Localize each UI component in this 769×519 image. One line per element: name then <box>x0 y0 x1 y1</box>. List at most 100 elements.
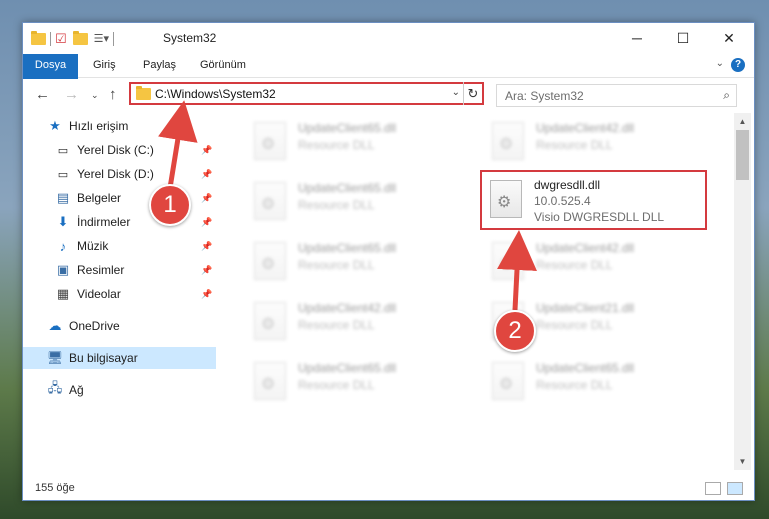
pin-icon[interactable]: 📌 <box>201 217 212 228</box>
vertical-scrollbar[interactable]: ▲ ▼ <box>734 113 751 470</box>
help-icon[interactable]: ? <box>731 58 745 72</box>
file-type: Resource DLL <box>536 138 613 152</box>
back-arrow-icon[interactable]: ← <box>35 86 50 103</box>
file-name: UpdateClient42.dll <box>536 121 635 135</box>
network-icon: 🖧 <box>47 380 63 395</box>
folder-icon <box>136 86 151 100</box>
sidebar-item-videos[interactable]: ▦ Videolar 📌 <box>55 283 216 305</box>
dll-file-icon <box>254 242 286 280</box>
pin-icon[interactable]: 📌 <box>201 265 212 276</box>
recent-locations-icon[interactable]: ⌄ <box>91 90 99 101</box>
up-arrow-icon[interactable]: ↑ <box>109 86 117 103</box>
properties-icon[interactable]: ☑ <box>55 31 67 47</box>
scroll-down-arrow-icon[interactable]: ▼ <box>734 453 751 470</box>
file-item[interactable]: UpdateClient65.dll Resource DLL <box>246 236 471 286</box>
search-input[interactable]: Ara: System32 ⌕ <box>496 84 737 107</box>
search-placeholder: Ara: System32 <box>505 89 584 103</box>
address-bar[interactable]: C:\Windows\System32 ⌄ ↻ <box>129 82 484 105</box>
file-item[interactable]: UpdateClient65.dll Resource DLL <box>484 356 709 406</box>
tab-share[interactable]: Paylaş <box>133 54 186 77</box>
pin-icon[interactable]: 📌 <box>201 193 212 204</box>
tiles-view-icon[interactable] <box>727 482 743 495</box>
sidebar-item-drive-d[interactable]: ▭ Yerel Disk (D:) 📌 <box>55 163 216 185</box>
title-bar: ☑ ☰▾ System32 ─ ☐ ✕ <box>23 23 754 54</box>
tab-view[interactable]: Görünüm <box>190 54 256 77</box>
navigation-pane: ★ Hızlı erişim ▭ Yerel Disk (C:) 📌 ▭ Yer… <box>23 113 216 470</box>
sidebar-item-music[interactable]: ♪ Müzik 📌 <box>55 235 216 257</box>
file-item[interactable]: UpdateClient42.dll Resource DLL <box>246 296 471 346</box>
pin-icon[interactable]: 📌 <box>201 289 212 300</box>
sidebar-item-label: Yerel Disk (C:) <box>77 143 154 157</box>
file-list: UpdateClient65.dll Resource DLL UpdateCl… <box>216 113 734 470</box>
sidebar-item-network[interactable]: 🖧 Ağ <box>47 379 84 401</box>
pin-icon[interactable]: 📌 <box>201 145 212 156</box>
file-item[interactable]: UpdateClient65.dll Resource DLL <box>246 176 471 226</box>
dll-file-icon <box>492 242 524 280</box>
file-version: 10.0.525.4 <box>534 194 591 208</box>
new-folder-icon[interactable] <box>72 30 88 45</box>
sidebar-item-label: Yerel Disk (D:) <box>77 167 154 181</box>
close-button[interactable]: ✕ <box>706 23 752 53</box>
navigation-bar: ← → ⌄ ↑ C:\Windows\System32 ⌄ ↻ Ara: Sys… <box>23 79 754 111</box>
sidebar-item-pictures[interactable]: ▣ Resimler 📌 <box>55 259 216 281</box>
step-badge-1: 1 <box>149 184 191 226</box>
sidebar-item-label: Resimler <box>77 263 125 277</box>
minimize-button[interactable]: ─ <box>614 23 660 53</box>
drive-icon: ▭ <box>57 168 69 181</box>
folder-icon <box>31 30 46 45</box>
chevron-down-icon[interactable]: ⌄ <box>452 87 460 98</box>
file-name: UpdateClient42.dll <box>536 241 635 255</box>
sidebar-item-label: Videolar <box>77 287 121 301</box>
item-count: 155 öğe <box>35 482 75 494</box>
file-item[interactable]: UpdateClient42.dll Resource DLL <box>484 116 709 166</box>
file-type: Resource DLL <box>298 378 375 392</box>
cloud-icon: ☁ <box>48 318 62 333</box>
quick-access-toolbar: ☑ ☰▾ <box>31 30 118 47</box>
dll-file-icon <box>254 122 286 160</box>
file-name: UpdateClient65.dll <box>298 181 397 195</box>
file-name: UpdateClient21.dll <box>536 301 635 315</box>
details-view-icon[interactable] <box>705 482 721 495</box>
sidebar-item-label: İndirmeler <box>77 215 131 229</box>
dll-file-icon <box>254 362 286 400</box>
tab-home[interactable]: Giriş <box>83 54 126 77</box>
sidebar-item-documents[interactable]: ▤ Belgeler 📌 <box>55 187 216 209</box>
sidebar-item-drive-c[interactable]: ▭ Yerel Disk (C:) 📌 <box>55 139 216 161</box>
maximize-button[interactable]: ☐ <box>660 23 706 53</box>
step-badge-2: 2 <box>494 310 536 352</box>
file-type: Resource DLL <box>536 318 613 332</box>
file-item[interactable]: UpdateClient65.dll Resource DLL <box>246 116 471 166</box>
scrollbar-thumb[interactable] <box>736 130 749 180</box>
dll-file-icon <box>492 122 524 160</box>
address-path: C:\Windows\System32 <box>155 87 276 101</box>
dll-file-icon <box>254 182 286 220</box>
sidebar-item-label: OneDrive <box>69 319 120 333</box>
star-icon: ★ <box>49 118 61 133</box>
chevron-down-icon[interactable]: ⌄ <box>716 58 724 69</box>
search-icon[interactable]: ⌕ <box>723 88 730 103</box>
refresh-icon[interactable]: ↻ <box>463 82 482 105</box>
sidebar-item-label: Bu bilgisayar <box>69 351 138 365</box>
separator <box>50 31 51 46</box>
sidebar-item-label: Belgeler <box>77 191 122 205</box>
file-item[interactable]: UpdateClient65.dll Resource DLL <box>246 356 471 406</box>
file-name: UpdateClient65.dll <box>298 241 397 255</box>
sidebar-item-downloads[interactable]: ⬇ İndirmeler 📌 <box>55 211 216 233</box>
pin-icon[interactable]: 📌 <box>201 241 212 252</box>
sidebar-item-this-pc[interactable]: 🖥 Bu bilgisayar <box>23 347 216 369</box>
pin-icon[interactable]: 📌 <box>201 169 212 180</box>
music-icon: ♪ <box>59 238 67 254</box>
file-item[interactable]: UpdateClient42.dll Resource DLL <box>484 236 709 286</box>
explorer-window: ☑ ☰▾ System32 ─ ☐ ✕ Dosya Giriş Paylaş G… <box>22 22 755 501</box>
sidebar-item-label: Hızlı erişim <box>69 119 129 133</box>
sidebar-item-quick-access[interactable]: ★ Hızlı erişim <box>47 115 128 137</box>
customize-toolbar-icon[interactable]: ☰▾ <box>94 32 109 45</box>
sidebar-item-onedrive[interactable]: ☁ OneDrive <box>47 315 120 337</box>
sidebar-item-label: Ağ <box>69 383 84 397</box>
file-item-dwgresdll[interactable]: dwgresdll.dll 10.0.525.4 Visio DWGRESDLL… <box>480 170 707 230</box>
scroll-up-arrow-icon[interactable]: ▲ <box>734 113 751 130</box>
forward-arrow-icon[interactable]: → <box>64 86 79 103</box>
drive-icon: ▭ <box>57 144 69 157</box>
dll-file-icon <box>490 180 522 218</box>
dll-file-icon <box>254 302 286 340</box>
